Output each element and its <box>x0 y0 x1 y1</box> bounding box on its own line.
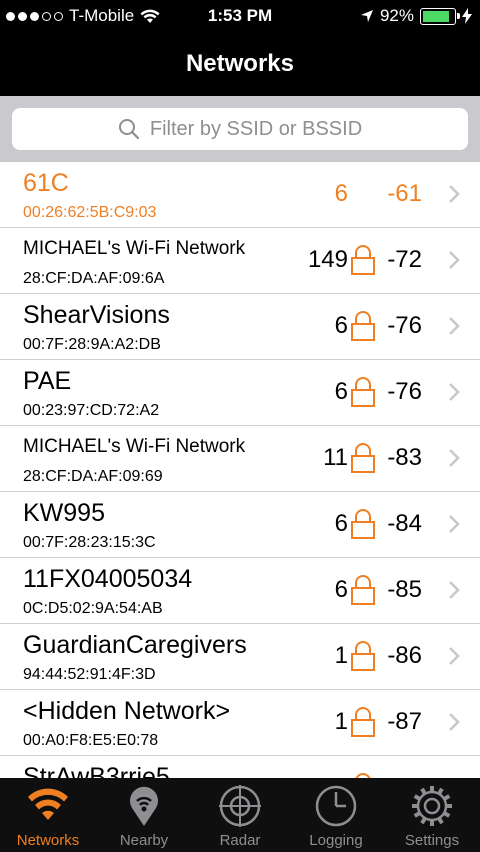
network-ssid: ShearVisions <box>23 301 170 329</box>
network-ssid: 61C <box>23 169 69 197</box>
tab-logging[interactable]: Logging <box>288 778 384 852</box>
network-rssi: -72 <box>387 246 422 273</box>
tab-label: Radar <box>219 832 261 849</box>
network-ssid: MICHAEL's Wi-Fi Network <box>23 436 246 457</box>
lock-icon <box>351 311 375 341</box>
tab-radar[interactable]: Radar <box>192 778 288 852</box>
network-channel: 6 <box>334 510 348 537</box>
network-bssid: 00:A0:F8:E5:E0:78 <box>23 732 159 749</box>
status-bar: T-Mobile 1:53 PM 92% <box>0 0 480 32</box>
battery-percent: 92% <box>379 6 414 25</box>
network-row[interactable]: MICHAEL's Wi-Fi Network 28:CF:DA:AF:09:6A… <box>0 228 480 294</box>
network-bssid: 00:26:62:5B:C9:03 <box>23 204 157 221</box>
network-channel: 6 <box>334 312 348 339</box>
network-bssid: 0C:D5:02:9A:54:AB <box>23 600 163 617</box>
network-ssid: StrAwB3rrie5 <box>23 763 170 778</box>
tab-label: Settings <box>404 832 460 849</box>
network-channel: 1 <box>334 708 348 735</box>
network-rssi: -86 <box>387 642 422 669</box>
network-ssid: PAE <box>23 367 72 395</box>
network-row[interactable]: GuardianCaregivers 94:44:52:91:4F:3D 1 -86 <box>0 624 480 690</box>
network-row[interactable]: ShearVisions 00:7F:28:9A:A2:DB 6 -76 <box>0 294 480 360</box>
lock-icon <box>351 575 375 605</box>
tab-label: Logging <box>309 832 363 849</box>
network-ssid: <Hidden Network> <box>23 697 231 725</box>
network-channel: 11 <box>323 444 348 471</box>
network-row[interactable]: MICHAEL's Wi-Fi Network 28:CF:DA:AF:09:69… <box>0 426 480 492</box>
lock-icon <box>351 641 375 671</box>
gear-icon <box>412 786 452 826</box>
status-right: 92% <box>360 6 472 26</box>
location-arrow-icon <box>360 10 373 22</box>
network-bssid: 28:CF:DA:AF:09:69 <box>23 468 163 485</box>
network-rssi: -76 <box>387 312 422 339</box>
network-rssi: -76 <box>387 378 422 405</box>
chevron-right-icon <box>449 515 460 533</box>
chevron-right-icon <box>449 647 460 665</box>
tab-networks[interactable]: Networks <box>0 778 96 852</box>
network-channel: 6 <box>334 378 348 405</box>
network-row[interactable]: 61C 00:26:62:5B:C9:03 6 -61 <box>0 162 480 228</box>
network-list[interactable]: 61C 00:26:62:5B:C9:03 6 -61 MICHAEL's Wi-Fi… <box>0 162 480 778</box>
network-ssid: MICHAEL's Wi-Fi Network <box>23 238 246 259</box>
tab-nearby[interactable]: Nearby <box>96 778 192 852</box>
chevron-right-icon <box>449 581 460 599</box>
lock-icon <box>351 443 375 473</box>
chevron-right-icon <box>449 449 460 467</box>
chevron-right-icon <box>449 185 460 203</box>
search-input[interactable]: Filter by SSID or BSSID <box>12 108 468 150</box>
tab-bar: Networks Nearby Radar Logging Settings <box>0 778 480 852</box>
chevron-right-icon <box>449 251 460 269</box>
charging-bolt-icon <box>462 8 472 24</box>
network-row[interactable]: 11FX04005034 0C:D5:02:9A:54:AB 6 -85 <box>0 558 480 624</box>
network-row[interactable]: <Hidden Network> 00:A0:F8:E5:E0:78 1 -87 <box>0 690 480 756</box>
radar-icon <box>219 785 261 827</box>
network-bssid: 94:44:52:91:4F:3D <box>23 666 156 683</box>
network-row[interactable]: PAE 00:23:97:CD:72:A2 6 -76 <box>0 360 480 426</box>
location-pin-icon <box>130 786 158 826</box>
network-bssid: 00:23:97:CD:72:A2 <box>23 402 160 419</box>
network-channel: 6 <box>334 180 348 207</box>
network-bssid: 28:CF:DA:AF:09:6A <box>23 270 165 287</box>
chevron-right-icon <box>449 713 460 731</box>
network-rssi: -84 <box>387 510 422 537</box>
network-channel: 6 <box>334 576 348 603</box>
network-channel: 1 <box>334 642 348 669</box>
search-placeholder: Filter by SSID or BSSID <box>149 117 363 140</box>
page-title: Networks <box>185 50 295 77</box>
wifi-icon <box>28 788 68 820</box>
network-channel: 149 <box>307 246 348 273</box>
network-bssid: 00:7F:28:23:15:3C <box>23 534 156 551</box>
lock-icon <box>351 707 375 737</box>
network-rssi: -85 <box>387 576 422 603</box>
chevron-right-icon <box>449 383 460 401</box>
network-row[interactable]: KW995 00:7F:28:23:15:3C 6 -84 <box>0 492 480 558</box>
nav-bar: Networks <box>0 32 480 96</box>
battery-icon <box>420 7 460 25</box>
lock-icon <box>351 245 375 275</box>
clock-icon <box>315 785 357 827</box>
network-rssi: -83 <box>387 444 422 471</box>
tab-label: Nearby <box>119 832 169 849</box>
network-row[interactable]: StrAwB3rrie5 <box>0 756 480 778</box>
tab-settings[interactable]: Settings <box>384 778 480 852</box>
network-ssid: KW995 <box>23 499 105 527</box>
chevron-right-icon <box>449 317 460 335</box>
search-bar-container: Filter by SSID or BSSID <box>0 96 480 162</box>
network-ssid: GuardianCaregivers <box>23 631 247 659</box>
lock-icon <box>351 377 375 407</box>
network-bssid: 00:7F:28:9A:A2:DB <box>23 336 161 353</box>
lock-icon <box>351 509 375 539</box>
search-icon <box>118 119 139 140</box>
network-ssid: 11FX04005034 <box>23 565 193 593</box>
network-rssi: -61 <box>387 180 422 207</box>
network-rssi: -87 <box>387 708 422 735</box>
tab-label: Networks <box>16 832 80 849</box>
